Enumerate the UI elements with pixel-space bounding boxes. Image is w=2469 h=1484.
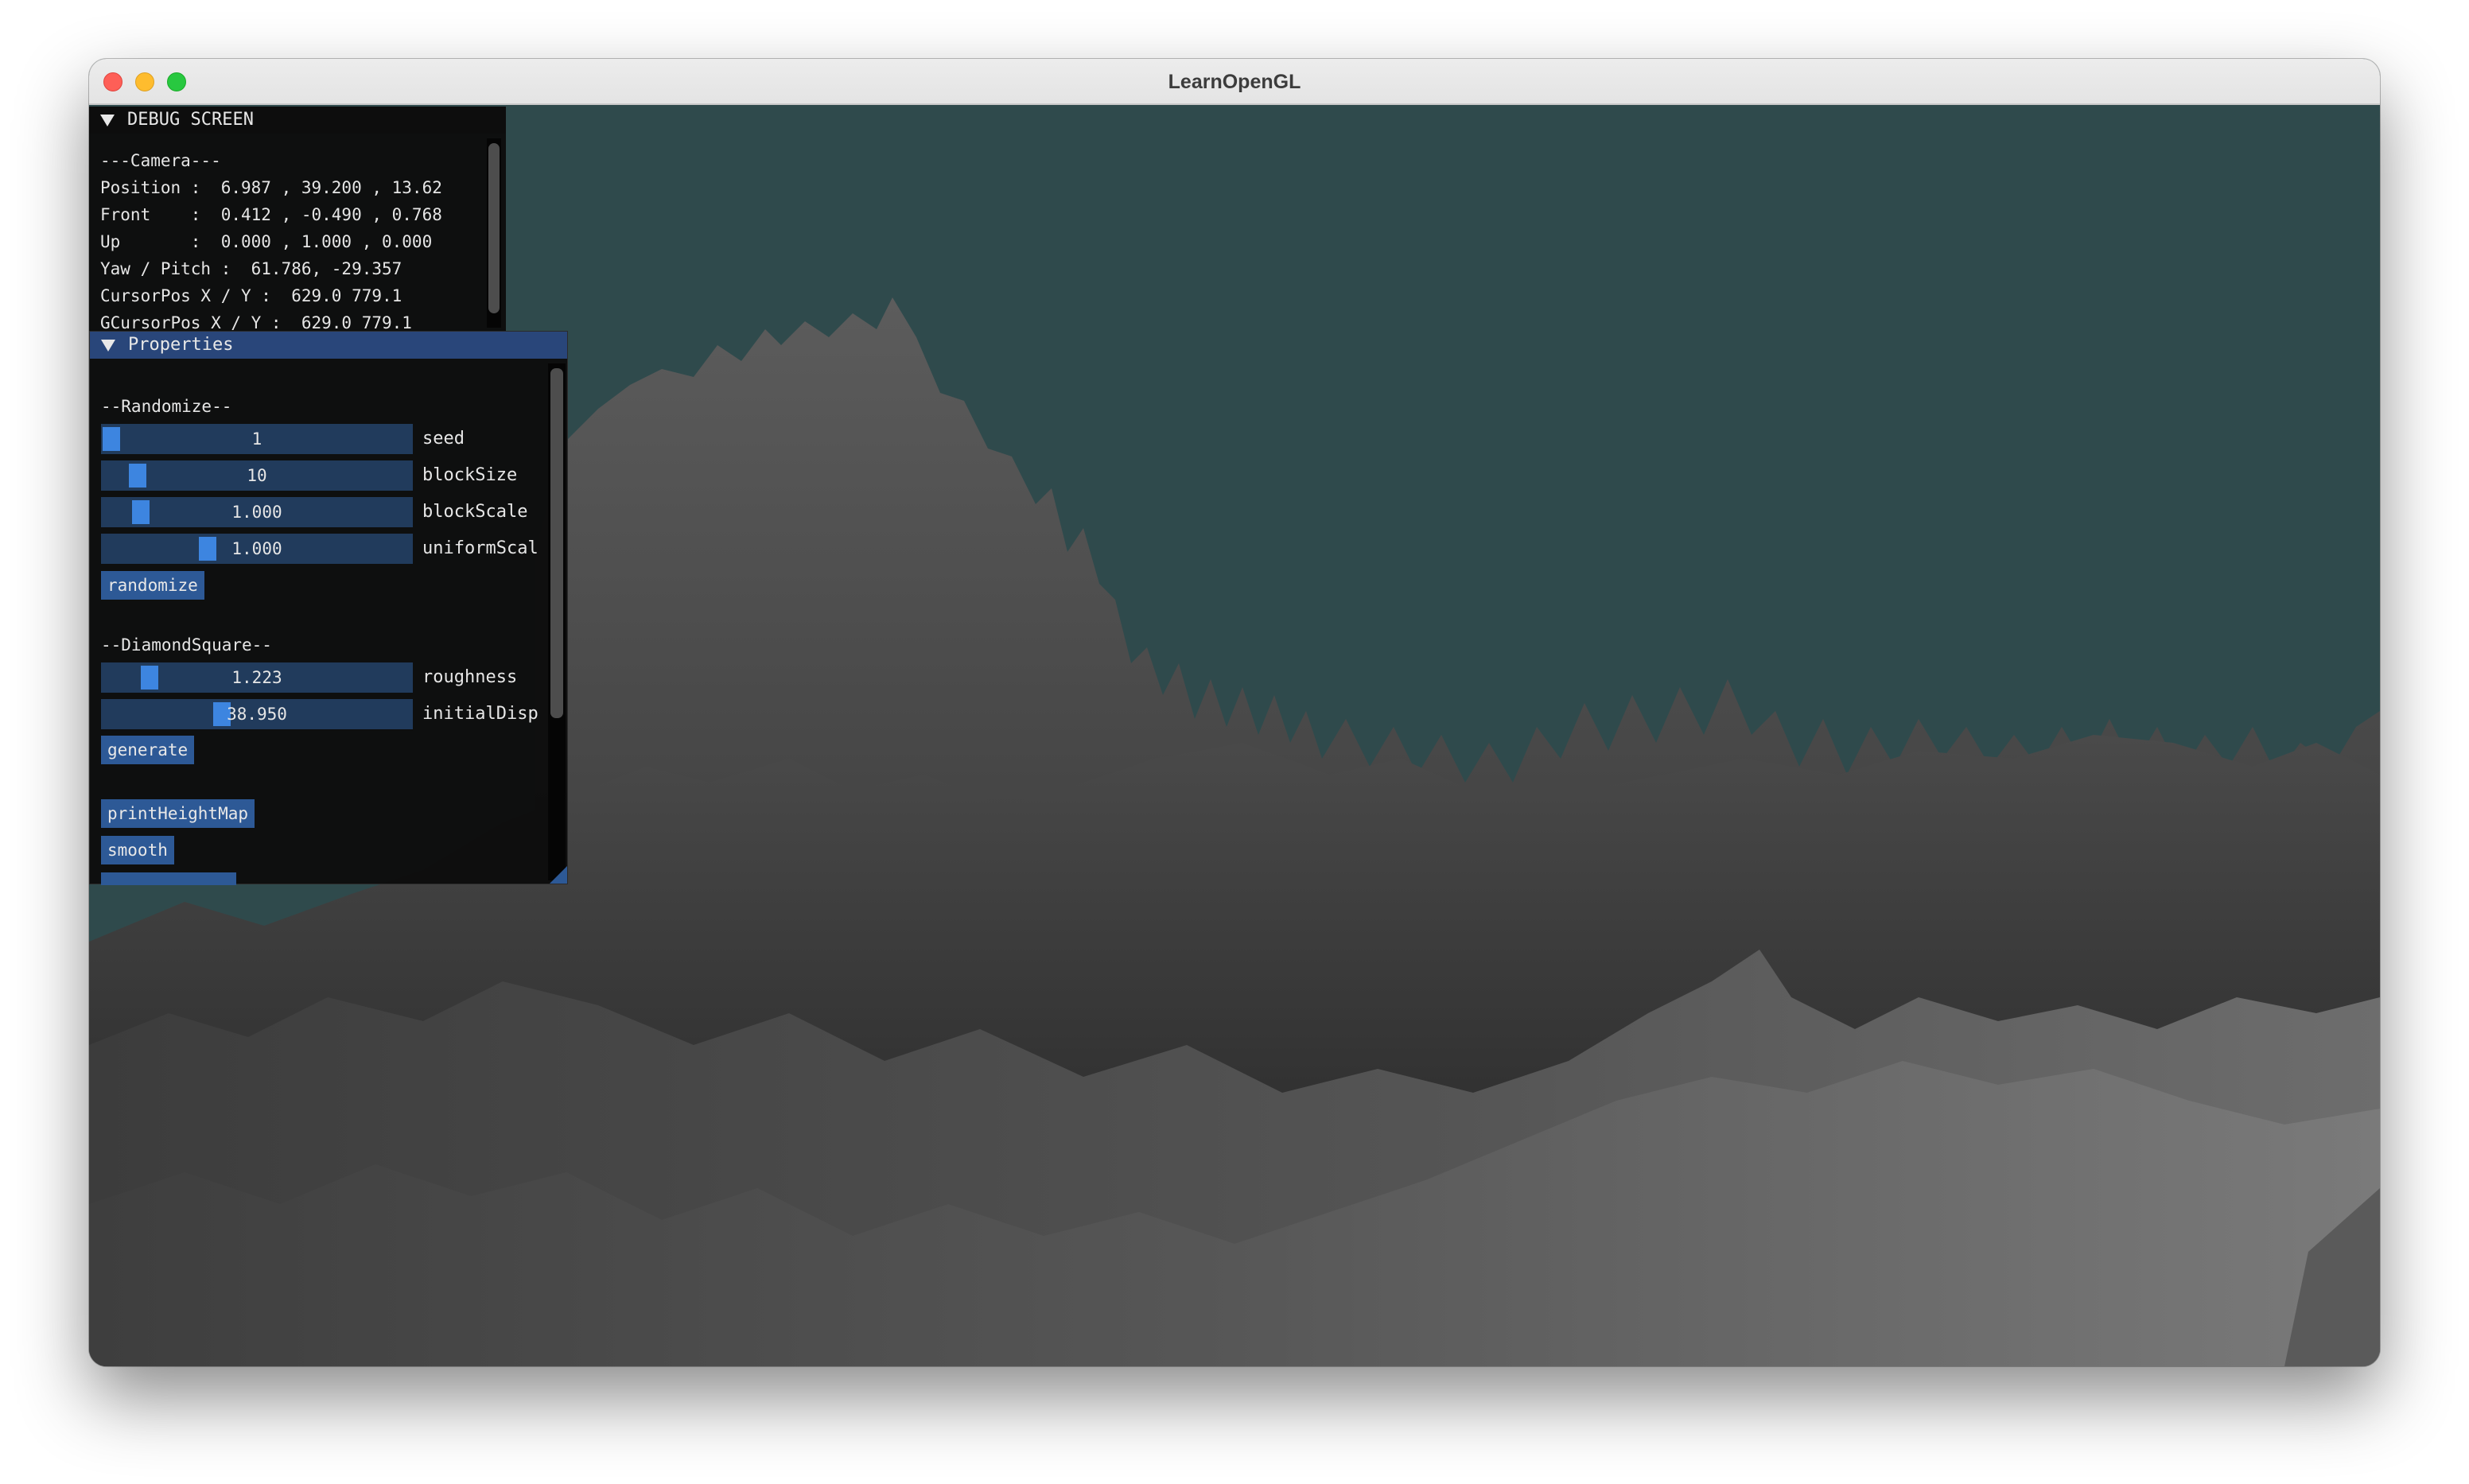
collapse-triangle-icon[interactable] <box>101 340 115 352</box>
properties-scrollbar-thumb[interactable] <box>550 368 563 718</box>
blocksize-slider[interactable]: 10 <box>101 460 413 491</box>
debug-scrollbar-thumb[interactable] <box>488 143 500 313</box>
randomize-button[interactable]: randomize <box>101 571 204 600</box>
properties-scrollbar[interactable] <box>548 363 566 880</box>
camera-position: Position : 6.987 , 39.200 , 13.62 <box>100 178 442 197</box>
clipped-button[interactable] <box>101 872 236 885</box>
blockscale-slider[interactable]: 1.000 <box>101 497 413 527</box>
roughness-slider[interactable]: 1.223 <box>101 662 413 693</box>
resize-grip-icon[interactable] <box>550 866 567 884</box>
collapse-triangle-icon[interactable] <box>100 115 115 126</box>
properties-panel-header[interactable]: Properties <box>90 332 567 359</box>
print-heightmap-button[interactable]: printHeightMap <box>101 799 255 828</box>
slider-value: 1.000 <box>231 503 282 522</box>
slider-value: 1.223 <box>231 668 282 687</box>
debug-scrollbar[interactable] <box>487 138 501 328</box>
debug-panel-title: DEBUG SCREEN <box>127 110 254 130</box>
camera-yaw-pitch: Yaw / Pitch : 61.786, -29.357 <box>100 259 402 278</box>
window-title: LearnOpenGL <box>1168 71 1301 93</box>
randomize-section-label: --Randomize-- <box>101 397 232 416</box>
uniformscale-label: uniformScal <box>422 538 539 558</box>
camera-heading: ---Camera--- <box>100 151 221 170</box>
properties-panel-title: Properties <box>128 335 234 355</box>
diamondsquare-section-label: --DiamondSquare-- <box>101 635 272 655</box>
debug-screen-panel[interactable]: DEBUG SCREEN ---Camera--- Position : 6.9… <box>89 107 506 332</box>
initialdisp-label: initialDisp <box>422 704 539 724</box>
camera-front: Front : 0.412 , -0.490 , 0.768 <box>100 205 442 224</box>
slider-value: 10 <box>247 466 267 485</box>
generate-button[interactable]: generate <box>101 736 195 764</box>
slider-value: 38.950 <box>227 705 287 724</box>
uniformscale-slider[interactable]: 1.000 <box>101 534 413 564</box>
camera-up: Up : 0.000 , 1.000 , 0.000 <box>100 232 433 251</box>
blocksize-label: blockSize <box>422 465 518 485</box>
app-window: LearnOpenGL DEBUG SCREEN ---Camera--- Po… <box>89 59 2380 1366</box>
debug-panel-header[interactable]: DEBUG SCREEN <box>89 107 506 134</box>
seed-label: seed <box>422 429 465 449</box>
properties-panel[interactable]: Properties --Randomize-- 1 seed 10 block… <box>89 331 568 885</box>
cursor-pos: CursorPos X / Y : 629.0 779.1 <box>100 286 402 305</box>
smooth-button[interactable]: smooth <box>101 836 174 864</box>
title-bar[interactable]: LearnOpenGL <box>89 59 2380 105</box>
seed-slider[interactable]: 1 <box>101 424 413 454</box>
blockscale-label: blockScale <box>422 502 528 522</box>
roughness-label: roughness <box>422 667 518 687</box>
opengl-viewport[interactable]: DEBUG SCREEN ---Camera--- Position : 6.9… <box>89 107 2380 1366</box>
slider-value: 1.000 <box>231 539 282 558</box>
slider-value: 1 <box>251 429 262 449</box>
initialdisp-slider[interactable]: 38.950 <box>101 699 413 729</box>
